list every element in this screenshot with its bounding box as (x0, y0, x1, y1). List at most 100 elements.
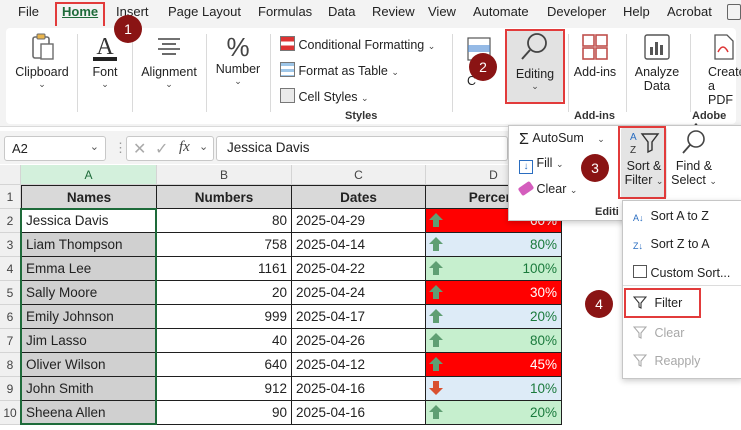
row-header[interactable]: 1 (0, 185, 21, 209)
custom-sort-item[interactable]: Custom Sort... (633, 265, 730, 280)
alignment-button[interactable]: Alignment ⌄ (136, 32, 202, 104)
chevron-down-icon[interactable]: ⌄ (90, 140, 99, 153)
sort-a-to-z-item[interactable]: A↓ Sort A to Z (633, 209, 709, 223)
percent-cell[interactable]: 20% (426, 305, 562, 329)
create-pdf-button[interactable]: Create a PDF (696, 32, 741, 107)
check-icon[interactable]: ✓ (155, 139, 168, 159)
chevron-down-icon: ⌄ (597, 134, 605, 144)
percent-cell[interactable]: 30% (426, 281, 562, 305)
date-cell[interactable]: 2025-04-16 (292, 377, 426, 401)
column-header-a[interactable]: A (21, 165, 157, 185)
menu-page-layout[interactable]: Page Layout (168, 4, 241, 19)
conditional-formatting-button[interactable]: Conditional Formatting ⌄ (280, 36, 435, 52)
row-header[interactable]: 8 (0, 353, 21, 377)
percent-cell[interactable]: 45% (426, 353, 562, 377)
column-header-b[interactable]: B (157, 165, 292, 185)
name-cell[interactable]: Emily Johnson (21, 305, 157, 329)
number-cell[interactable]: 758 (157, 233, 292, 257)
menu-divider (623, 285, 741, 286)
number-cell[interactable]: 80 (157, 209, 292, 233)
chevron-down-icon: ⌄ (569, 185, 578, 195)
select-all-corner[interactable] (0, 165, 21, 185)
menu-review[interactable]: Review (372, 4, 415, 19)
menu-help[interactable]: Help (623, 4, 650, 19)
menu-file[interactable]: File (18, 4, 39, 19)
formula-input[interactable]: Jessica Davis (216, 136, 508, 161)
arrow-up-icon (428, 332, 444, 348)
date-cell[interactable]: 2025-04-14 (292, 233, 426, 257)
percent-cell[interactable]: 80% (426, 329, 562, 353)
chevron-down-icon: ⌄ (709, 176, 717, 186)
name-cell[interactable]: Jessica Davis (21, 209, 157, 233)
number-cell[interactable]: 90 (157, 401, 292, 425)
autosum-button[interactable]: Σ AutoSum ⌄ (519, 131, 605, 149)
analyze-data-button[interactable]: Analyze Data (630, 32, 684, 104)
number-cell[interactable]: 640 (157, 353, 292, 377)
find-select-button[interactable]: Find & Select ⌄ (668, 128, 720, 198)
alignment-label: Alignment (141, 65, 197, 79)
clear-button[interactable]: Clear ⌄ (517, 180, 578, 197)
number-cell[interactable]: 20 (157, 281, 292, 305)
cell-styles-button[interactable]: Cell Styles ⌄ (280, 88, 369, 104)
name-box[interactable]: A2 ⌄ (4, 136, 106, 161)
date-cell[interactable]: 2025-04-29 (292, 209, 426, 233)
addins-button[interactable]: Add-ins (570, 32, 620, 104)
date-cell[interactable]: 2025-04-24 (292, 281, 426, 305)
clear-filter-item[interactable]: Clear (632, 326, 684, 340)
fill-button[interactable]: ↓ Fill ⌄ (519, 156, 563, 174)
sort-z-to-a-item[interactable]: Z↓ Sort Z to A (633, 237, 710, 251)
menu-developer[interactable]: Developer (547, 4, 606, 19)
chevron-down-icon[interactable]: ⌄ (199, 140, 208, 153)
clipboard-button[interactable]: Clipboard ⌄ (10, 32, 74, 104)
name-cell[interactable]: Liam Thompson (21, 233, 157, 257)
name-cell[interactable]: John Smith (21, 377, 157, 401)
percent-cell[interactable]: 10% (426, 377, 562, 401)
font-button[interactable]: A Font ⌄ (82, 32, 128, 104)
number-cell[interactable]: 1161 (157, 257, 292, 281)
date-cell[interactable]: 2025-04-26 (292, 329, 426, 353)
date-cell[interactable]: 2025-04-17 (292, 305, 426, 329)
header-cell[interactable]: Dates (292, 185, 426, 209)
clipboard-icon (32, 33, 54, 60)
menu-acrobat[interactable]: Acrobat (667, 4, 712, 19)
date-cell[interactable]: 2025-04-12 (292, 353, 426, 377)
row-header[interactable]: 9 (0, 377, 21, 401)
row-header[interactable]: 3 (0, 233, 21, 257)
arrow-up-icon (428, 236, 444, 252)
row-header[interactable]: 7 (0, 329, 21, 353)
format-as-table-button[interactable]: Format as Table ⌄ (280, 62, 399, 78)
row-header[interactable]: 4 (0, 257, 21, 281)
date-cell[interactable]: 2025-04-22 (292, 257, 426, 281)
insert-function-icon[interactable]: fx (179, 139, 190, 156)
number-cell[interactable]: 40 (157, 329, 292, 353)
header-cell[interactable]: Names (21, 185, 157, 209)
comments-icon[interactable] (727, 4, 741, 20)
percent-cell[interactable]: 20% (426, 401, 562, 425)
name-cell[interactable]: Sally Moore (21, 281, 157, 305)
row-header[interactable]: 5 (0, 281, 21, 305)
menu-formulas[interactable]: Formulas (258, 4, 312, 19)
percent-cell[interactable]: 80% (426, 233, 562, 257)
conditional-formatting-icon (280, 36, 295, 51)
number-cell[interactable]: 912 (157, 377, 292, 401)
menu-automate[interactable]: Automate (473, 4, 529, 19)
menu-view[interactable]: View (428, 4, 456, 19)
name-cell[interactable]: Jim Lasso (21, 329, 157, 353)
reapply-item[interactable]: Reapply (632, 354, 700, 368)
name-cell[interactable]: Oliver Wilson (21, 353, 157, 377)
menu-data[interactable]: Data (328, 4, 355, 19)
percent-value: 30% (529, 285, 557, 300)
header-cell[interactable]: Numbers (157, 185, 292, 209)
date-cell[interactable]: 2025-04-16 (292, 401, 426, 425)
arrow-up-icon (428, 356, 444, 372)
row-header[interactable]: 10 (0, 401, 21, 425)
percent-cell[interactable]: 100% (426, 257, 562, 281)
number-button[interactable]: % Number ⌄ (210, 32, 266, 104)
name-cell[interactable]: Emma Lee (21, 257, 157, 281)
name-cell[interactable]: Sheena Allen (21, 401, 157, 425)
column-header-c[interactable]: C (292, 165, 426, 185)
row-header[interactable]: 2 (0, 209, 21, 233)
row-header[interactable]: 6 (0, 305, 21, 329)
cancel-icon[interactable]: ✕ (133, 139, 146, 159)
number-cell[interactable]: 999 (157, 305, 292, 329)
